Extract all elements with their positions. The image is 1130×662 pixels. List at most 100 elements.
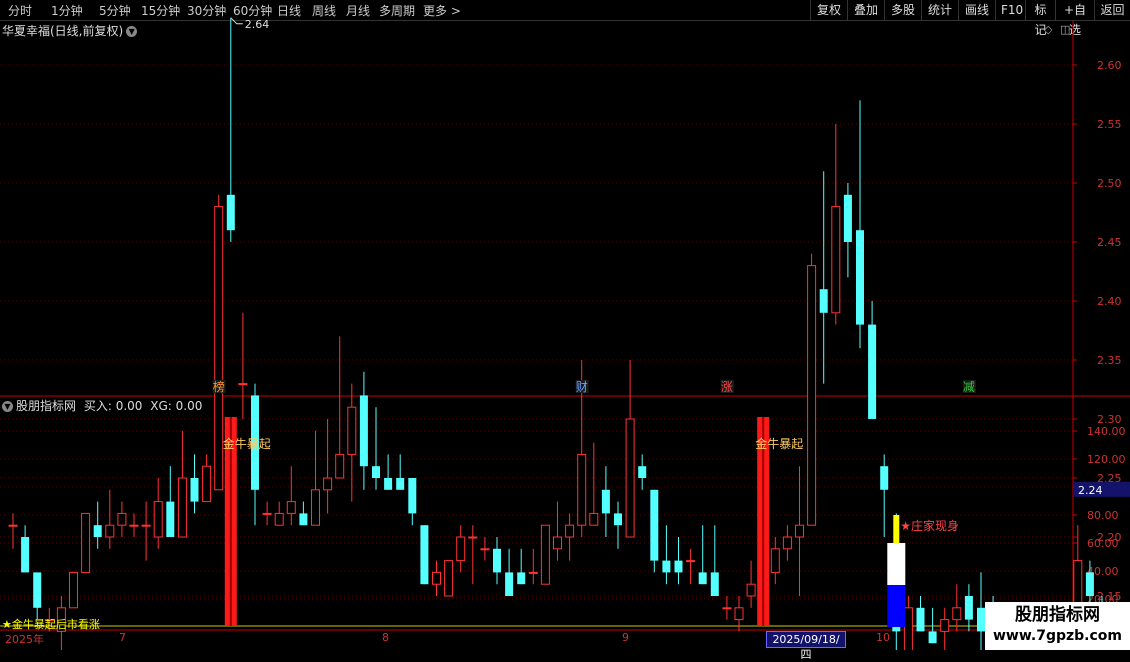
candle-body [686, 560, 696, 563]
candle-body [843, 194, 852, 242]
event-marker: 涨 [721, 379, 733, 394]
candle-body [141, 524, 151, 527]
candle-body [565, 524, 575, 538]
candle-body [299, 513, 308, 526]
candle-body [456, 536, 466, 562]
high-pointer [230, 17, 243, 25]
candle-body [262, 512, 272, 515]
candle-body [577, 453, 587, 526]
candle-body [505, 572, 514, 596]
chevron-down-icon[interactable]: ▼ [2, 401, 13, 412]
candle-body [444, 560, 454, 597]
candle-body [8, 524, 18, 527]
candle-body [129, 524, 139, 527]
date-label: 9 [622, 631, 629, 644]
price-tick-label: 2.45 [1097, 236, 1122, 249]
candle-body [166, 501, 175, 537]
candle-body [638, 466, 647, 478]
candle-body [674, 560, 683, 573]
watermark: 股朋指标网 www.7gpzb.com [985, 602, 1130, 650]
signal-label: 金牛暴起 [755, 436, 803, 451]
candle-body [517, 572, 526, 585]
candle-body [384, 478, 393, 490]
candle-body [807, 265, 817, 526]
date-cursor-label: 2025/09/18/四 [766, 631, 846, 661]
candle-body [93, 525, 102, 537]
candle-body [311, 489, 320, 526]
candle-body [432, 571, 441, 585]
event-marker: 财 [576, 380, 588, 394]
price-tick-label: 2.50 [1097, 177, 1122, 190]
candle-body [493, 548, 501, 573]
candle-body [1085, 572, 1094, 596]
candle-body [117, 512, 127, 526]
candle-body [625, 418, 635, 538]
price-tick-label: 2.35 [1097, 354, 1122, 367]
price-tick-label: 2.60 [1097, 59, 1122, 72]
candle-body [977, 607, 985, 632]
candle-body [868, 324, 877, 419]
candle-body [734, 607, 744, 621]
candle-body [177, 477, 187, 538]
indicator-tick-label: 140.00 [1087, 425, 1126, 438]
candle-body [323, 477, 333, 491]
candle-body [831, 206, 841, 314]
candle-body [190, 478, 199, 502]
candle-body [81, 512, 91, 573]
watermark-url: www.7gpzb.com [992, 628, 1122, 644]
candle-body [770, 548, 780, 573]
event-marker: 榜 [213, 379, 225, 394]
candle-body [21, 537, 30, 573]
candle-body [964, 596, 973, 620]
candle-body [347, 406, 357, 455]
current-price-label: 2.24 [1078, 484, 1103, 497]
candle-body [238, 383, 248, 386]
candle-body [420, 525, 429, 585]
candle-body [819, 289, 828, 313]
signal-label: 金牛暴起 [223, 436, 271, 451]
candle-body [589, 512, 599, 526]
candle-body [650, 489, 659, 561]
indicator-tick-label: 80.00 [1087, 509, 1119, 522]
candle-body [396, 478, 405, 490]
candle-body [528, 571, 538, 574]
candle-body [286, 501, 296, 514]
date-label: 10 [876, 631, 890, 644]
high-label: 2.64 [245, 18, 269, 31]
candle-body [746, 583, 756, 597]
candle-body [105, 524, 115, 538]
indicator-bar-segment [887, 543, 906, 585]
candle-body [795, 524, 804, 538]
indicator-tick-label: 60.00 [1087, 537, 1119, 550]
event-marker: 减 [963, 380, 975, 394]
candle-body [614, 513, 622, 526]
candle-body [153, 501, 163, 538]
candle-body [69, 571, 78, 609]
candle-body [662, 560, 671, 573]
price-tick-label: 2.55 [1097, 118, 1122, 131]
candle-body [372, 466, 380, 478]
candle-body [274, 512, 284, 526]
indicator-name: 股朋指标网 [16, 399, 77, 413]
candle-body [553, 536, 562, 550]
date-label: 7 [119, 631, 126, 644]
candle-body [540, 524, 550, 585]
candle-body [856, 230, 864, 325]
candle-body [468, 536, 478, 539]
candle-body [601, 489, 610, 514]
indicator-title-bar: ▼ 股朋指标网 买入: 0.00 XG: 0.00 [2, 397, 202, 414]
date-label: 2025年 [5, 633, 44, 646]
candle-body [33, 572, 42, 608]
dealer-signal-label: ★庄家现身 [900, 518, 959, 533]
candle-body [214, 206, 224, 491]
watermark-title: 股朋指标网 [1015, 605, 1100, 625]
candle-body [916, 607, 925, 632]
candle-body [698, 572, 707, 585]
candle-body [226, 194, 235, 231]
candle-body [722, 607, 732, 610]
candle-body [359, 395, 368, 467]
candle-body [952, 607, 962, 621]
indicator-tick-label: 120.00 [1087, 453, 1126, 466]
kline-chart[interactable]: 2.602.552.502.452.402.352.302.252.202.15… [0, 0, 1130, 650]
candle-body [480, 548, 490, 551]
